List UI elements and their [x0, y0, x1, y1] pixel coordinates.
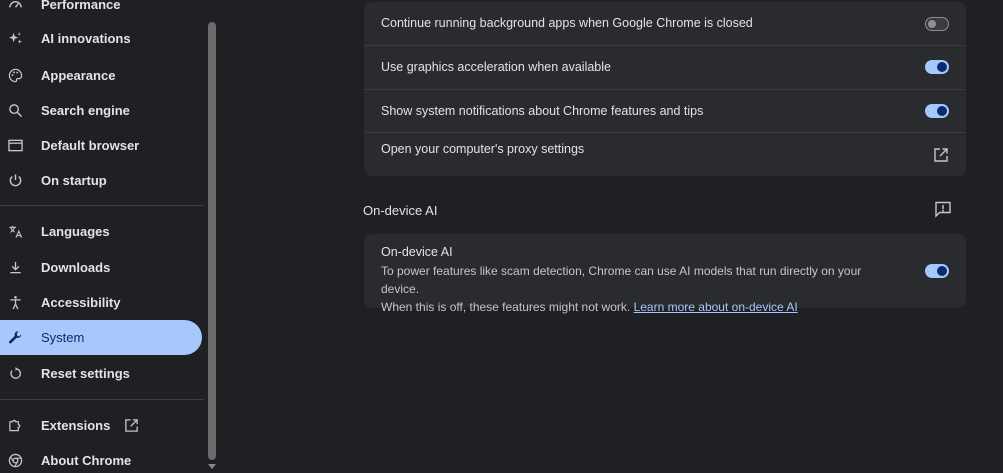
- graphics-acceleration-toggle[interactable]: [925, 60, 949, 74]
- sidebar-item-system[interactable]: System: [0, 320, 202, 355]
- sidebar-item-downloads[interactable]: Downloads: [0, 250, 202, 285]
- sidebar-item-appearance[interactable]: Appearance: [0, 58, 202, 93]
- settings-window: Performance AI innovations Appearance Se…: [0, 0, 1003, 473]
- on-device-ai-toggle[interactable]: [925, 264, 949, 278]
- sidebar-item-default-browser[interactable]: Default browser: [0, 128, 202, 163]
- sidebar-item-languages[interactable]: Languages: [0, 214, 202, 249]
- reset-icon: [7, 366, 23, 382]
- description-line: To power features like scam detection, C…: [381, 264, 862, 296]
- sidebar-item-label: On startup: [41, 173, 107, 188]
- feedback-icon[interactable]: [934, 200, 952, 218]
- sidebar-item-label: Performance: [41, 0, 121, 12]
- sidebar-item-accessibility[interactable]: Accessibility: [0, 285, 202, 320]
- browser-window-icon: [7, 138, 23, 154]
- sidebar-item-ai-innovations[interactable]: AI innovations: [0, 21, 202, 56]
- scrollbar-thumb[interactable]: [208, 22, 216, 460]
- download-icon: [7, 260, 23, 276]
- description-line: When this is off, these features might n…: [381, 300, 631, 314]
- performance-icon: [7, 0, 23, 13]
- palette-icon: [7, 68, 23, 84]
- proxy-settings-row[interactable]: Open your computer's proxy settings: [364, 133, 966, 176]
- wrench-icon: [7, 330, 23, 346]
- system-settings-card: Continue running background apps when Go…: [364, 2, 966, 176]
- system-notifications-row[interactable]: Show system notifications about Chrome f…: [364, 90, 966, 132]
- on-device-ai-row[interactable]: On-device AI To power features like scam…: [364, 234, 966, 314]
- sidebar-item-label: Default browser: [41, 138, 140, 153]
- puzzle-icon: [7, 418, 23, 434]
- sidebar-item-label: Appearance: [41, 68, 116, 83]
- sidebar-item-label: Search engine: [41, 103, 130, 118]
- on-device-ai-row-title: On-device AI: [381, 245, 453, 259]
- open-in-new-icon: [124, 418, 140, 434]
- sparkle-icon: [7, 31, 23, 47]
- background-apps-toggle[interactable]: [925, 17, 949, 31]
- description-line-2: When this is off, these features might n…: [381, 298, 901, 316]
- row-label: Show system notifications about Chrome f…: [381, 104, 704, 118]
- sidebar-item-label: Extensions: [41, 418, 111, 433]
- sidebar-item-reset-settings[interactable]: Reset settings: [0, 356, 202, 391]
- sidebar-item-performance[interactable]: Performance: [0, 0, 202, 22]
- sidebar-item-label: Downloads: [41, 260, 111, 275]
- open-in-new-icon[interactable]: [933, 147, 949, 163]
- on-device-ai-description: To power features like scam detection, C…: [381, 262, 901, 316]
- sidebar-item-label: AI innovations: [41, 31, 131, 46]
- graphics-acceleration-row[interactable]: Use graphics acceleration when available: [364, 46, 966, 89]
- sidebar-item-label: System: [41, 330, 85, 345]
- sidebar-item-about-chrome[interactable]: About Chrome: [0, 443, 202, 473]
- power-icon: [7, 173, 23, 189]
- row-label: Continue running background apps when Go…: [381, 16, 753, 30]
- scroll-down-arrow-icon[interactable]: [208, 464, 216, 469]
- row-label: Use graphics acceleration when available: [381, 60, 611, 74]
- sidebar-item-extensions[interactable]: Extensions: [0, 408, 202, 443]
- sidebar-item-label: Reset settings: [41, 366, 130, 381]
- on-device-ai-section-title: On-device AI: [363, 203, 438, 218]
- accessibility-icon: [7, 295, 23, 311]
- learn-more-link[interactable]: Learn more about on-device AI: [634, 300, 798, 314]
- sidebar-item-label: About Chrome: [41, 453, 132, 468]
- sidebar-divider: [0, 205, 204, 206]
- sidebar-item-label: Languages: [41, 224, 110, 239]
- search-icon: [7, 103, 23, 119]
- on-device-ai-card: On-device AI To power features like scam…: [364, 234, 966, 314]
- sidebar-scrollbar[interactable]: [204, 0, 219, 473]
- sidebar-item-search-engine[interactable]: Search engine: [0, 93, 202, 128]
- system-notifications-toggle[interactable]: [925, 104, 949, 118]
- chrome-icon: [7, 453, 23, 469]
- background-apps-row[interactable]: Continue running background apps when Go…: [364, 2, 966, 45]
- translate-icon: [7, 224, 23, 240]
- main-content: Continue running background apps when Go…: [219, 0, 1003, 473]
- sidebar-item-on-startup[interactable]: On startup: [0, 163, 202, 198]
- sidebar-item-label: Accessibility: [41, 295, 121, 310]
- sidebar: Performance AI innovations Appearance Se…: [0, 0, 204, 473]
- row-label: Open your computer's proxy settings: [381, 142, 585, 156]
- sidebar-divider: [0, 399, 204, 400]
